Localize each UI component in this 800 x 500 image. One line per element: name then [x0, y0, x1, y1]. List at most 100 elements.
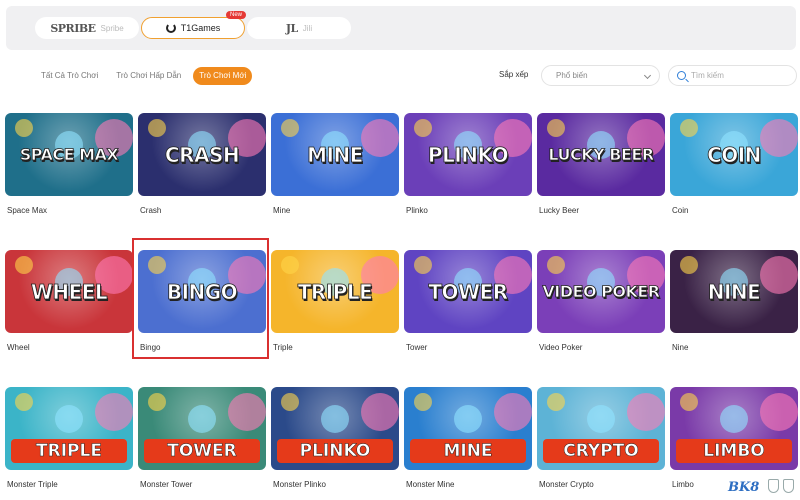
thumbnail-decoration	[281, 119, 299, 137]
game-thumbnail[interactable]: TOWER	[404, 250, 532, 333]
game-art-banner: MINE	[410, 439, 526, 463]
game-name[interactable]: Mine	[273, 206, 399, 215]
category-tabs: Tất Cả Trò Chơi Trò Chơi Hấp Dẫn Trò Chơ…	[35, 67, 253, 85]
game-name[interactable]: Plinko	[406, 206, 532, 215]
game-thumbnail[interactable]: LUCKY BEER	[537, 113, 665, 196]
game-card[interactable]: VIDEO POKER Video Poker	[537, 250, 665, 352]
game-card[interactable]: MINE Mine	[271, 113, 399, 215]
game-thumbnail[interactable]: TRIPLE	[271, 250, 399, 333]
game-thumbnail[interactable]: CRYPTO	[537, 387, 665, 470]
game-thumbnail[interactable]: NINE	[670, 250, 798, 333]
game-thumbnail[interactable]: VIDEO POKER	[537, 250, 665, 333]
provider-bar: SPRIBE Spribe T1Games New JL Jili	[6, 6, 796, 50]
game-name[interactable]: Coin	[672, 206, 798, 215]
thumbnail-decoration	[321, 405, 349, 433]
sort-value: Phổ biến	[556, 71, 588, 80]
game-card[interactable]: PLINKO Plinko	[404, 113, 532, 215]
game-card[interactable]: COIN Coin	[670, 113, 798, 215]
thumbnail-decoration	[361, 119, 399, 157]
game-thumbnail[interactable]: CRASH	[138, 113, 266, 196]
game-art-banner: TRIPLE	[11, 439, 127, 463]
game-thumbnail[interactable]: SPACE MAX	[5, 113, 133, 196]
search-input[interactable]: Tìm kiếm	[668, 65, 797, 86]
game-card[interactable]: NINE Nine	[670, 250, 798, 352]
game-name[interactable]: Lucky Beer	[539, 206, 665, 215]
game-art-title: TOWER	[167, 441, 237, 462]
thumbnail-decoration	[95, 393, 133, 431]
game-art-title: CRASH	[164, 142, 240, 167]
tab-popular-games[interactable]: Trò Chơi Hấp Dẫn	[110, 67, 187, 85]
chevron-down-icon	[643, 71, 652, 80]
game-art-title: NINE	[707, 279, 761, 304]
game-card[interactable]: TOWER Tower	[404, 250, 532, 352]
thumbnail-decoration	[281, 393, 299, 411]
tab-all-games[interactable]: Tất Cả Trò Chơi	[35, 67, 104, 85]
game-name[interactable]: Triple	[273, 343, 399, 352]
game-name[interactable]: Crash	[140, 206, 266, 215]
game-name[interactable]: Monster Crypto	[539, 480, 665, 489]
game-name[interactable]: Monster Tower	[140, 480, 266, 489]
game-thumbnail[interactable]: PLINKO	[271, 387, 399, 470]
sort-dropdown[interactable]: Phổ biến	[541, 65, 660, 86]
game-card[interactable]: MINE Monster Mine	[404, 387, 532, 489]
game-card[interactable]: TRIPLE Monster Triple	[5, 387, 133, 489]
game-thumbnail[interactable]: LIMBO	[670, 387, 798, 470]
thumbnail-decoration	[55, 405, 83, 433]
game-card[interactable]: WHEEL Wheel	[5, 250, 133, 352]
game-thumbnail[interactable]: PLINKO	[404, 113, 532, 196]
game-thumbnail[interactable]: TOWER	[138, 387, 266, 470]
tab-new-games[interactable]: Trò Chơi Mới	[193, 67, 253, 85]
thumbnail-decoration	[760, 393, 798, 431]
game-thumbnail[interactable]: TRIPLE	[5, 387, 133, 470]
game-thumbnail[interactable]: MINE	[404, 387, 532, 470]
game-card[interactable]: LIMBO Limbo	[670, 387, 798, 489]
provider-jili[interactable]: JL Jili	[247, 17, 351, 39]
thumbnail-decoration	[361, 393, 399, 431]
game-name[interactable]: Video Poker	[539, 343, 665, 352]
thumbnail-decoration	[228, 393, 266, 431]
game-card[interactable]: TRIPLE Triple	[271, 250, 399, 352]
game-thumbnail[interactable]: WHEEL	[5, 250, 133, 333]
thumbnail-decoration	[627, 393, 665, 431]
game-art-banner: CRYPTO	[543, 439, 659, 463]
game-card[interactable]: TOWER Monster Tower	[138, 387, 266, 489]
game-name[interactable]: Monster Mine	[406, 480, 532, 489]
thumbnail-decoration	[15, 393, 33, 411]
game-card[interactable]: LUCKY BEER Lucky Beer	[537, 113, 665, 215]
game-name[interactable]: Space Max	[7, 206, 133, 215]
game-art-title: BINGO	[166, 279, 238, 304]
thumbnail-decoration	[148, 393, 166, 411]
jili-logo: JL	[285, 21, 298, 35]
game-thumbnail[interactable]: MINE	[271, 113, 399, 196]
thumbnail-decoration	[15, 256, 33, 274]
thumbnail-decoration	[547, 393, 565, 411]
game-art-title: PLINKO	[299, 441, 371, 462]
game-card[interactable]: PLINKO Monster Plinko	[271, 387, 399, 489]
game-name[interactable]: Monster Plinko	[273, 480, 399, 489]
game-thumbnail[interactable]: COIN	[670, 113, 798, 196]
game-name[interactable]: Nine	[672, 343, 798, 352]
provider-label: Jili	[302, 23, 313, 33]
bk8-logo: BK8	[728, 480, 760, 495]
game-art-banner: PLINKO	[277, 439, 393, 463]
game-name[interactable]: Monster Triple	[7, 480, 133, 489]
game-card[interactable]: SPACE MAX Space Max	[5, 113, 133, 215]
new-badge: New	[225, 11, 246, 19]
game-art-title: WHEEL	[30, 279, 108, 304]
game-card[interactable]: CRYPTO Monster Crypto	[537, 387, 665, 489]
thumbnail-decoration	[414, 393, 432, 411]
game-card[interactable]: CRASH Crash	[138, 113, 266, 215]
provider-t1games[interactable]: T1Games New	[141, 11, 246, 39]
game-art-title: MINE	[443, 441, 493, 462]
provider-spribe[interactable]: SPRIBE Spribe	[35, 17, 139, 39]
game-art-title: SPACE MAX	[19, 145, 119, 165]
game-art-title: LIMBO	[703, 441, 765, 462]
game-art-title: TOWER	[428, 279, 509, 304]
game-name[interactable]: Wheel	[7, 343, 133, 352]
thumbnail-decoration	[680, 119, 698, 137]
thumbnail-decoration	[454, 405, 482, 433]
game-art-title: PLINKO	[427, 142, 509, 167]
game-art-banner: TOWER	[144, 439, 260, 463]
thumbnail-decoration	[720, 405, 748, 433]
game-name[interactable]: Tower	[406, 343, 532, 352]
